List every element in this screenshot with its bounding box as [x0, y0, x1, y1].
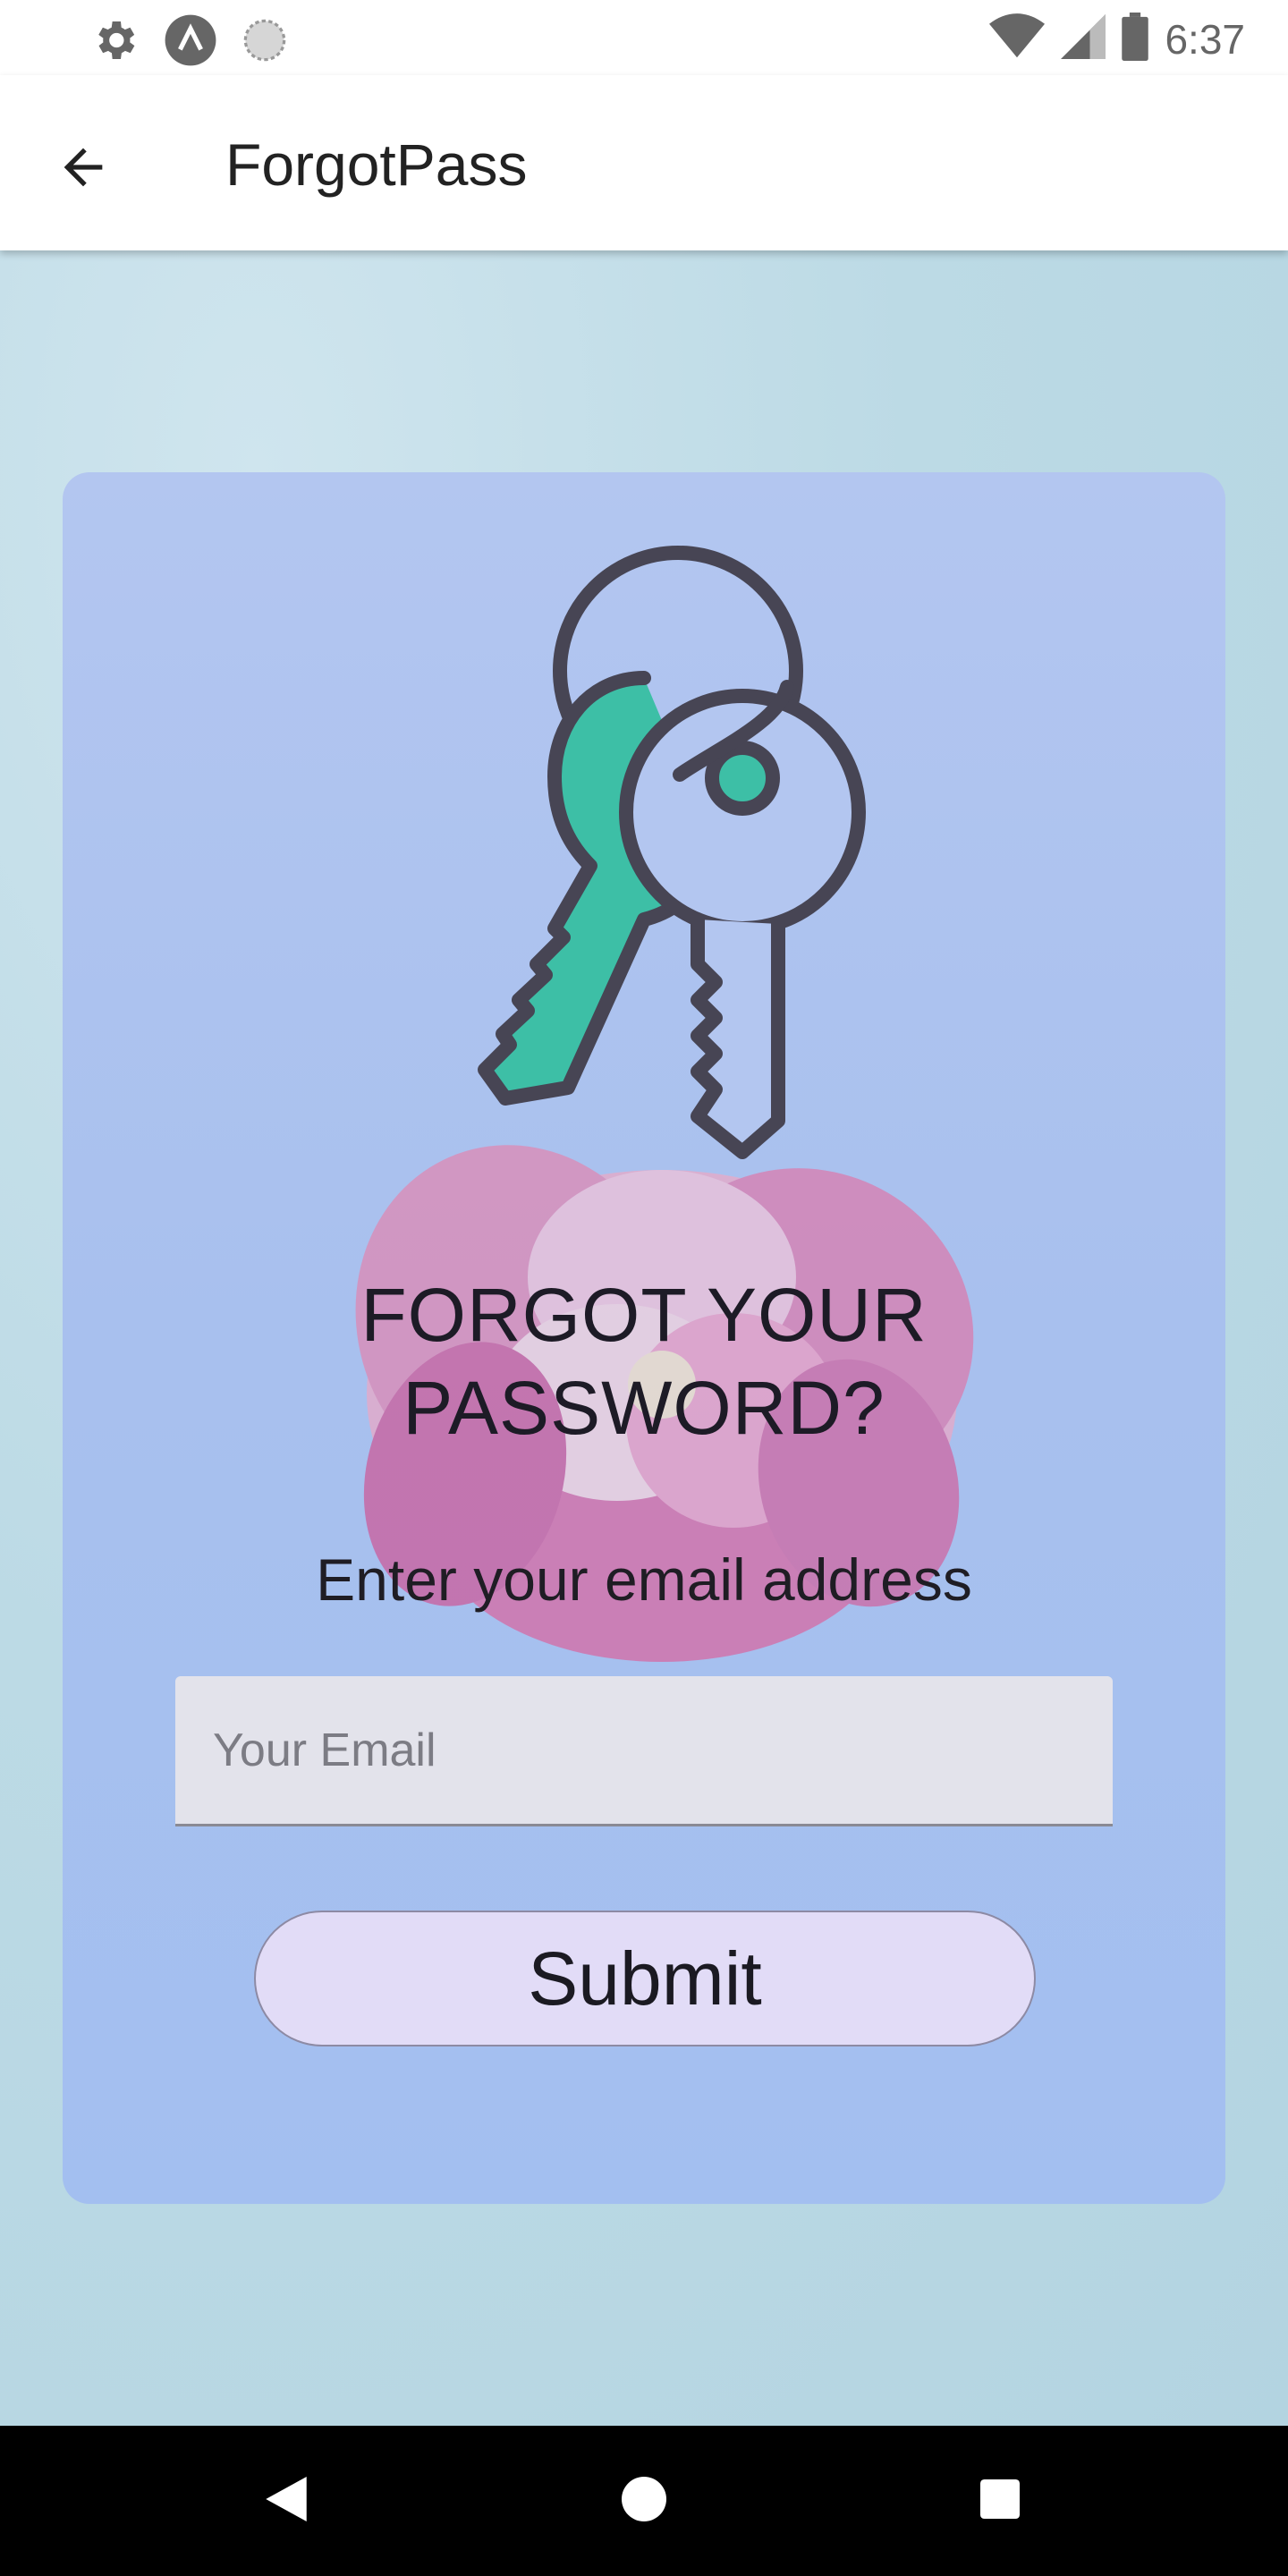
- status-time: 6:37: [1165, 15, 1245, 63]
- back-triangle-icon: [266, 2476, 307, 2526]
- app-notification-icon: [163, 13, 218, 72]
- status-right-icons: 6:37: [989, 13, 1245, 65]
- wifi-icon: [989, 13, 1046, 64]
- signal-icon: [1061, 13, 1106, 64]
- heading-line-2: PASSWORD?: [402, 1366, 886, 1450]
- nav-back-button[interactable]: [242, 2456, 331, 2546]
- status-bar: 6:37: [0, 0, 1288, 75]
- forgot-password-heading: FORGOT YOUR PASSWORD?: [63, 1268, 1225, 1454]
- sync-icon: [242, 17, 288, 68]
- nav-home-button[interactable]: [599, 2456, 689, 2546]
- email-field[interactable]: [175, 1676, 1113, 1826]
- back-button[interactable]: [43, 129, 123, 209]
- keys-icon: [478, 546, 866, 1159]
- nav-recents-button[interactable]: [955, 2456, 1045, 2546]
- app-bar: ForgotPass: [0, 75, 1288, 250]
- navigation-bar: [0, 2426, 1288, 2576]
- forgot-password-card: FORGOT YOUR PASSWORD? Enter your email a…: [63, 472, 1225, 2204]
- recents-square-icon: [980, 2479, 1020, 2523]
- home-circle-icon: [622, 2476, 666, 2526]
- settings-icon: [89, 15, 140, 70]
- battery-icon: [1122, 13, 1149, 65]
- email-input[interactable]: [175, 1676, 1113, 1824]
- arrow-back-icon: [55, 139, 112, 200]
- status-left-icons: [89, 13, 288, 72]
- email-instruction: Enter your email address: [316, 1546, 972, 1613]
- page-title: ForgotPass: [225, 131, 528, 198]
- main-content: FORGOT YOUR PASSWORD? Enter your email a…: [0, 250, 1288, 2426]
- submit-button[interactable]: Submit: [254, 1911, 1036, 2046]
- heading-line-1: FORGOT YOUR: [360, 1273, 928, 1357]
